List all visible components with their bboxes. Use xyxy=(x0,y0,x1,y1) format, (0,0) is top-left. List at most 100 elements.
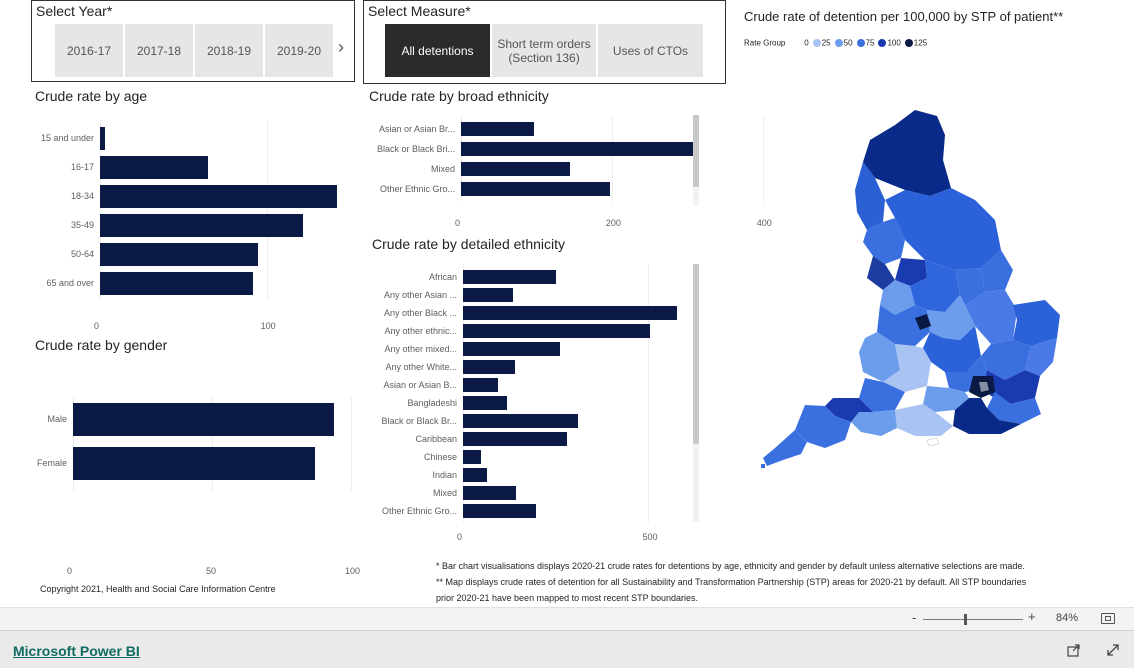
age-chart: 0 100 15 and under 16-17 18-34 35-49 50-64 65 a… xyxy=(0,115,355,331)
year-option-2016-17[interactable]: 2016-17 xyxy=(55,24,123,77)
power-bi-link[interactable]: Microsoft Power BI xyxy=(13,643,140,659)
category-label: Bangladeshi xyxy=(407,397,457,408)
bar[interactable] xyxy=(463,396,507,410)
bar[interactable] xyxy=(463,342,561,356)
footer-bar: Microsoft Power BI xyxy=(0,630,1134,668)
broad-ethnicity-chart-title: Crude rate by broad ethnicity xyxy=(369,88,549,104)
year-option-2018-19[interactable]: 2018-19 xyxy=(195,24,263,77)
bar[interactable] xyxy=(463,432,567,446)
bar[interactable] xyxy=(461,162,571,176)
bar[interactable] xyxy=(100,272,254,295)
zoom-slider-handle[interactable] xyxy=(964,614,967,625)
gender-chart: 0 50 100 Male Female xyxy=(0,360,360,576)
category-label: Black or Black Br... xyxy=(381,415,457,426)
bar[interactable] xyxy=(463,288,514,302)
bar[interactable] xyxy=(463,468,488,482)
scrollbar-thumb[interactable] xyxy=(693,264,699,444)
gridline xyxy=(611,116,613,202)
note-line-3: prior 2020-21 have been mapped to most r… xyxy=(436,593,698,603)
x-tick-label: 200 xyxy=(605,218,621,228)
measure-option-short-term-orders[interactable]: Short term orders (Section 136) xyxy=(492,24,596,77)
legend-swatch xyxy=(878,38,887,47)
note-line-1: * Bar chart visualisations displays 2020… xyxy=(436,561,1025,571)
bar[interactable] xyxy=(463,450,481,464)
x-tick-label: 0 xyxy=(67,566,73,576)
bar[interactable] xyxy=(73,403,335,436)
bar[interactable] xyxy=(463,504,537,518)
category-label: Other Ethnic Gro... xyxy=(381,505,457,516)
x-tick-label: 0 xyxy=(455,218,461,228)
zoom-out-button[interactable]: - xyxy=(912,610,916,625)
category-label: Male xyxy=(47,414,67,424)
measure-slicer-title: Select Measure* xyxy=(368,3,471,19)
england-stp-map[interactable] xyxy=(755,100,1075,480)
x-tick-label: 100 xyxy=(345,566,361,576)
year-option-2019-20[interactable]: 2019-20 xyxy=(265,24,333,77)
x-tick-label: 400 xyxy=(756,218,772,228)
category-label: Chinese xyxy=(423,451,457,462)
legend-value: 125 xyxy=(913,38,928,48)
bar[interactable] xyxy=(100,185,337,208)
bar[interactable] xyxy=(100,243,259,266)
bar[interactable] xyxy=(461,122,535,136)
bar[interactable] xyxy=(463,486,517,500)
bar[interactable] xyxy=(73,447,315,480)
zoom-slider-track[interactable] xyxy=(923,619,1023,620)
legend-value: 50 xyxy=(843,38,853,48)
year-slicer: Select Year* 2016-17 2017-18 2018-19 201… xyxy=(31,0,355,82)
bar[interactable] xyxy=(461,142,696,156)
legend-swatch xyxy=(834,38,843,47)
year-option-2017-18[interactable]: 2017-18 xyxy=(125,24,193,77)
copyright-text: Copyright 2021, Health and Social Care I… xyxy=(40,584,276,594)
detailed-ethnicity-chart: 0 500 African Any other Asian ... Any other … xyxy=(360,262,705,542)
bar[interactable] xyxy=(100,127,105,150)
scrollbar-thumb[interactable] xyxy=(693,115,699,187)
category-label: Any other mixed... xyxy=(384,343,457,354)
category-label: 18-34 xyxy=(70,191,94,201)
gridline xyxy=(266,121,268,301)
map-title: Crude rate of detention per 100,000 by S… xyxy=(744,9,1064,24)
gridline xyxy=(648,264,650,522)
legend-swatch xyxy=(856,38,865,47)
year-slicer-title: Select Year* xyxy=(36,3,113,19)
gridline xyxy=(351,397,352,491)
category-label: Any other ethnic... xyxy=(384,325,457,336)
measure-option-uses-of-ctos[interactable]: Uses of CTOs xyxy=(598,24,703,77)
map-region-isle-of-wight xyxy=(926,437,940,447)
share-icon[interactable] xyxy=(1066,642,1082,658)
legend-swatch xyxy=(812,38,821,47)
chevron-right-icon[interactable]: › xyxy=(338,37,344,58)
bar[interactable] xyxy=(463,360,515,374)
fullscreen-icon[interactable] xyxy=(1105,642,1121,658)
bar[interactable] xyxy=(463,324,651,338)
category-label: 50-64 xyxy=(70,249,94,259)
legend-value: 75 xyxy=(865,38,875,48)
fit-to-page-icon[interactable] xyxy=(1101,613,1115,624)
measure-slicer: Select Measure* All detentions Short ter… xyxy=(363,0,726,84)
x-tick-label: 500 xyxy=(642,532,658,542)
measure-option-all-detentions[interactable]: All detentions xyxy=(385,24,490,77)
x-tick-label: 0 xyxy=(457,532,463,542)
bar[interactable] xyxy=(463,414,578,428)
legend-value: 0 xyxy=(804,38,809,48)
category-label: Black or Black Bri... xyxy=(376,143,455,154)
bar[interactable] xyxy=(461,182,611,196)
category-label: African xyxy=(428,271,457,282)
category-label: 15 and under xyxy=(40,133,94,143)
zoom-in-button[interactable]: + xyxy=(1028,609,1036,624)
bar[interactable] xyxy=(463,270,556,284)
x-tick-label: 100 xyxy=(260,321,276,331)
bar[interactable] xyxy=(463,306,678,320)
bar[interactable] xyxy=(100,156,209,179)
map-region-dorset xyxy=(851,410,897,436)
bar[interactable] xyxy=(100,214,304,237)
category-label: Other Ethnic Gro... xyxy=(379,183,455,194)
legend-value: 25 xyxy=(821,38,831,48)
bar[interactable] xyxy=(463,378,499,392)
gender-chart-title: Crude rate by gender xyxy=(35,337,168,353)
gridline xyxy=(463,264,464,522)
map-legend: Rate Group 0 25 50 75 100 125 xyxy=(744,34,927,52)
category-label: Caribbean xyxy=(415,433,457,444)
category-label: Any other Asian ... xyxy=(383,289,457,300)
map-region-norfolk xyxy=(1013,300,1060,346)
